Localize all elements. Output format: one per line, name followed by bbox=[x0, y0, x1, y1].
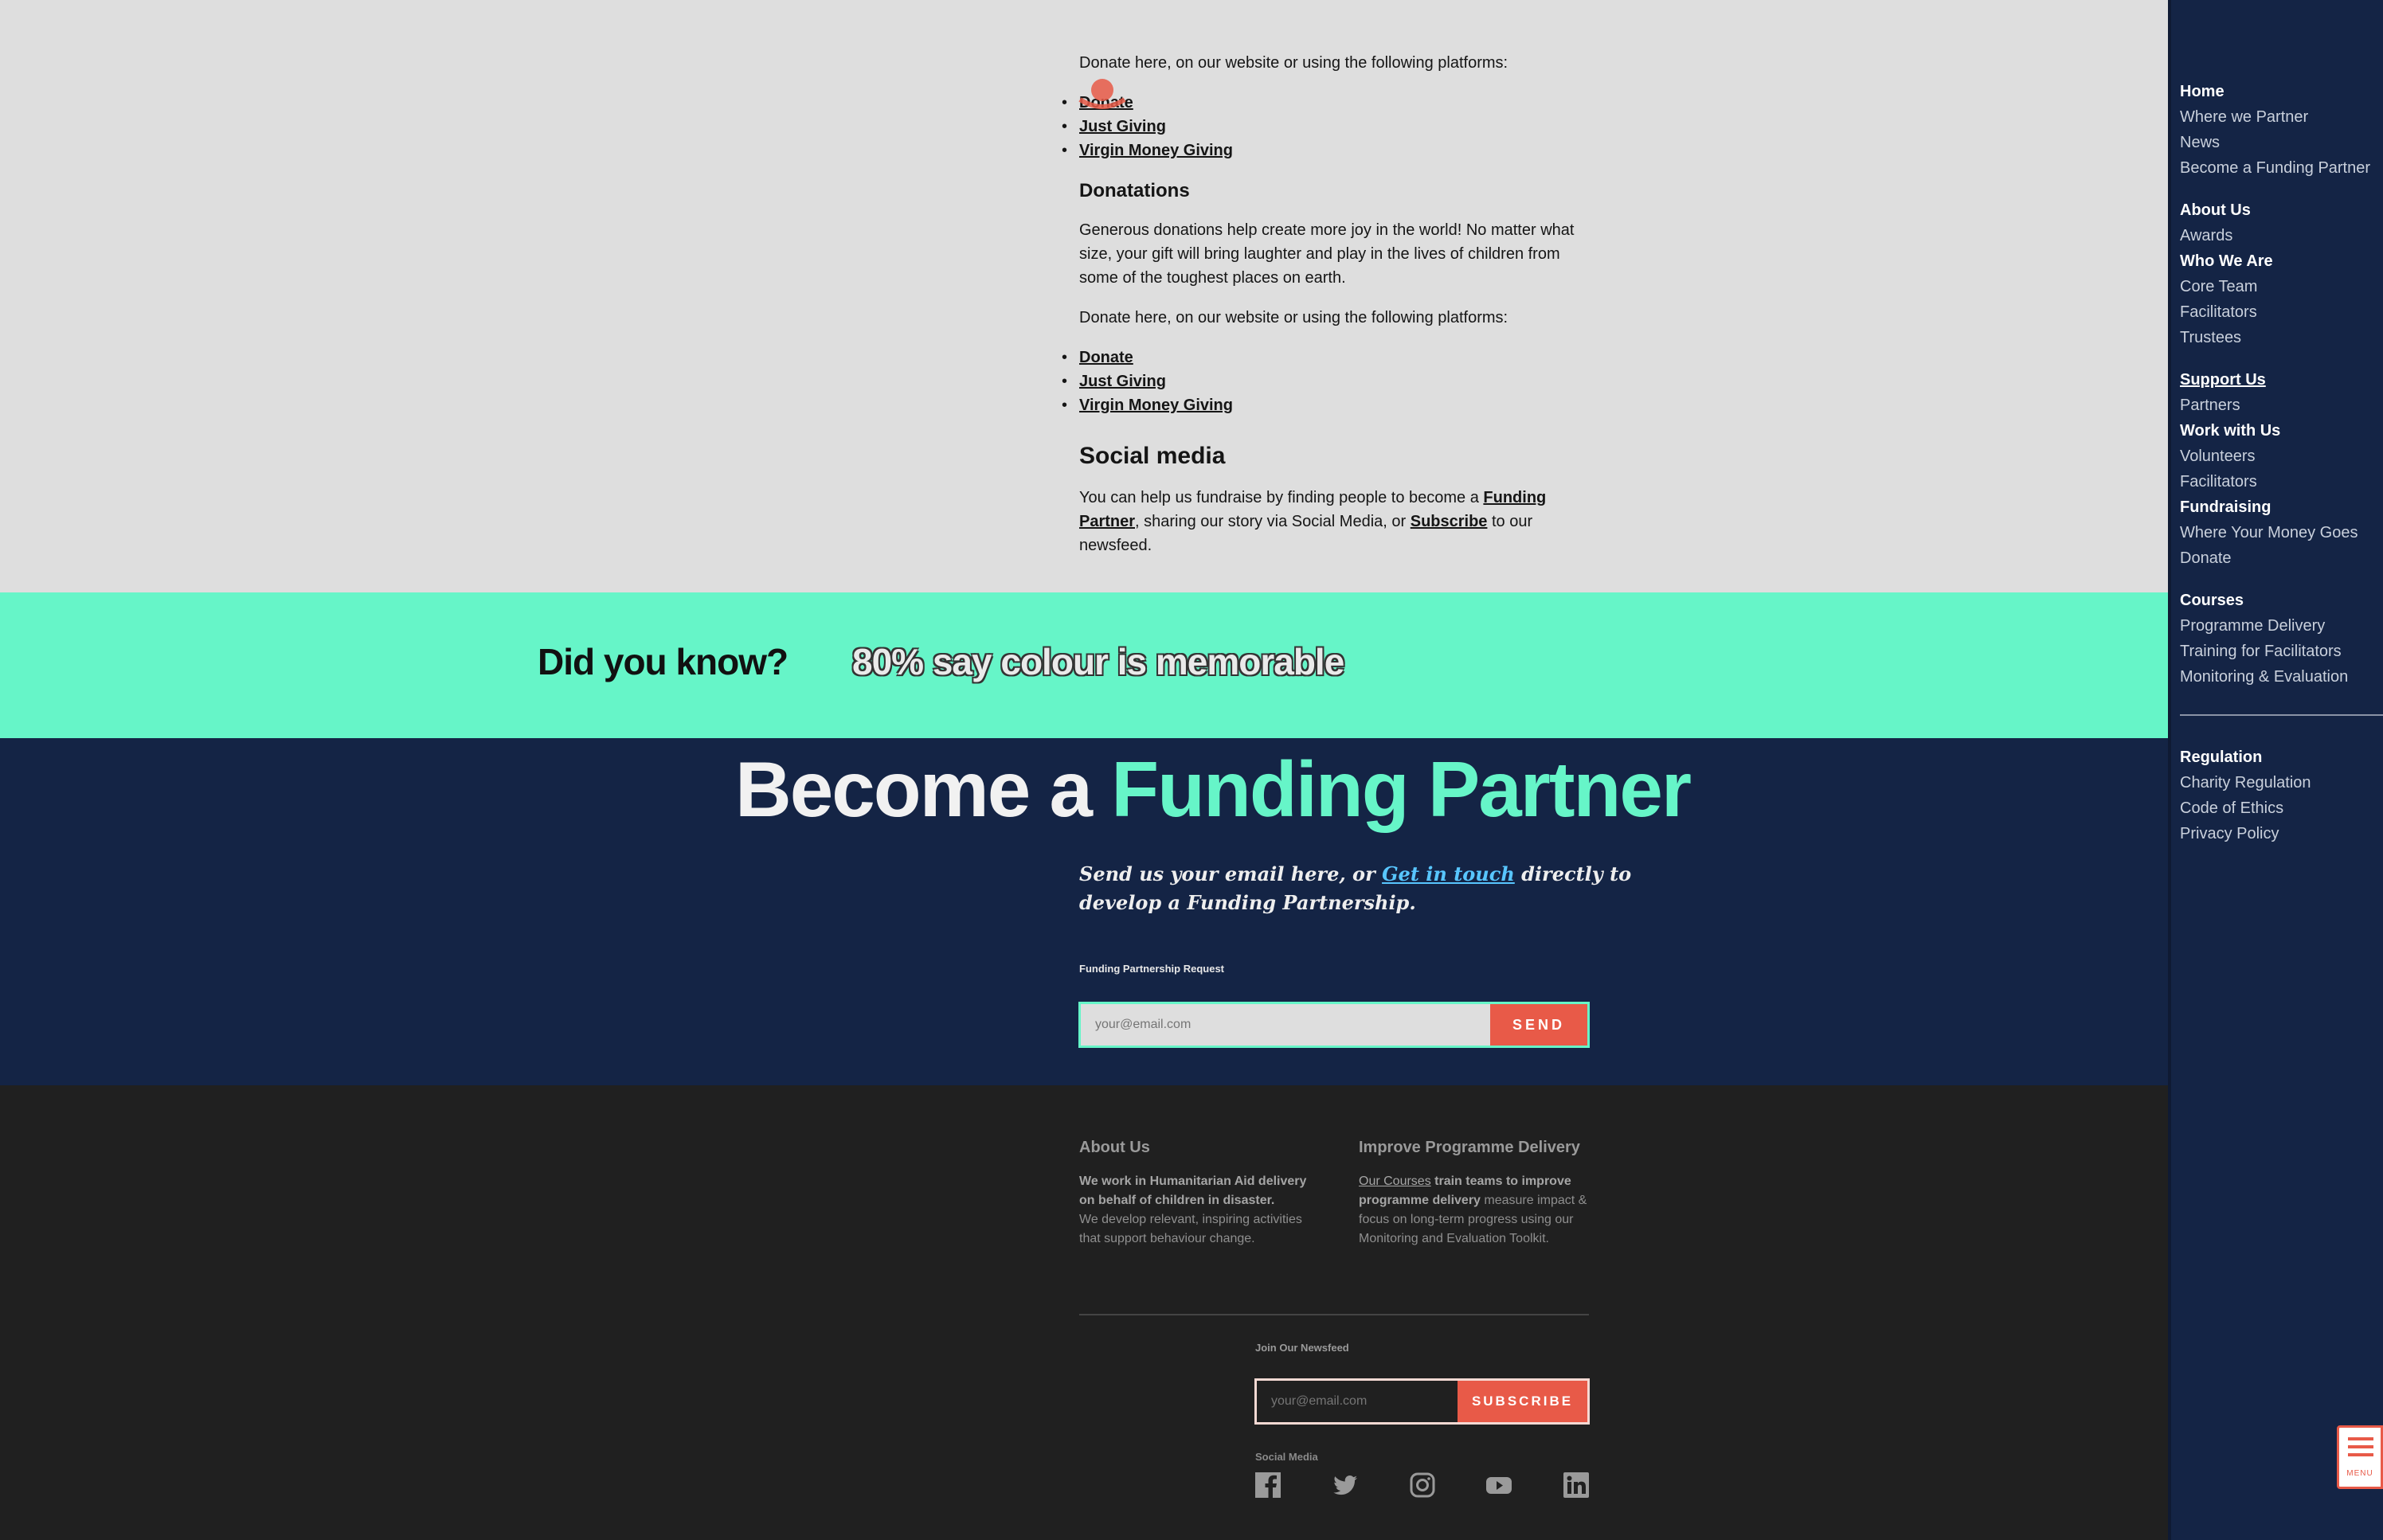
partnership-form: SEND bbox=[1078, 1002, 1590, 1048]
newsfeed-form: SUBSCRIBE bbox=[1254, 1378, 1590, 1425]
sidebar-item-trustees[interactable]: Trustees bbox=[2180, 329, 2241, 347]
menu-bar-icon bbox=[2348, 1453, 2373, 1456]
banner-question: Did you know? bbox=[538, 641, 788, 682]
partner-title-prefix: Become a bbox=[735, 745, 1112, 833]
newsfeed-email-input[interactable] bbox=[1259, 1383, 1452, 1420]
sidebar-item-donate[interactable]: Donate bbox=[2180, 549, 2232, 568]
funding-partner-section: Become a Funding Partner Send us your em… bbox=[0, 738, 2168, 1085]
sidebar-item-regulation[interactable]: Regulation bbox=[2180, 749, 2262, 767]
just-giving-link[interactable]: Just Giving bbox=[1079, 373, 1166, 390]
partner-title: Become a Funding Partner bbox=[735, 745, 1692, 834]
youtube-icon[interactable] bbox=[1485, 1472, 1512, 1499]
sidebar-nav: Home Where we Partner News Become a Funding… bbox=[2168, 0, 2383, 1540]
list-item: Donate bbox=[1062, 91, 1589, 115]
did-you-know-banner: Did you know? 80% say colour is memorabl… bbox=[0, 592, 2168, 738]
social-media-section: Social media You can help us fundraise b… bbox=[1079, 443, 1589, 557]
sidebar-item-work-with-us[interactable]: Work with Us bbox=[2180, 422, 2280, 440]
list-item: Donate bbox=[1062, 346, 1589, 369]
linkedin-icon[interactable] bbox=[1563, 1472, 1590, 1499]
sidebar-item-become-a-funding-partner[interactable]: Become a Funding Partner bbox=[2180, 159, 2370, 178]
footer-about-heading: About Us bbox=[1079, 1139, 1150, 1156]
partner-intro: Send us your email here, or Get in touch… bbox=[1079, 860, 1637, 917]
social-media-label: Social Media bbox=[1255, 1451, 1318, 1463]
sidebar-item-training-for-facilitators[interactable]: Training for Facilitators bbox=[2180, 643, 2342, 661]
footer-divider bbox=[1079, 1314, 1589, 1315]
platforms-text: Donate here, on our website or using the… bbox=[1079, 54, 1508, 72]
sidebar-item-home[interactable]: Home bbox=[2180, 83, 2225, 101]
cursor-highlight-icon bbox=[1078, 79, 1126, 109]
sidebar-item-charity-regulation[interactable]: Charity Regulation bbox=[2180, 774, 2311, 792]
sidebar-item-code-of-ethics[interactable]: Code of Ethics bbox=[2180, 799, 2283, 818]
donate-platforms-top: Donate here, on our website or using the… bbox=[1062, 51, 1589, 162]
instagram-icon[interactable] bbox=[1409, 1472, 1436, 1499]
intro-before: Send us your email here, or bbox=[1079, 862, 1383, 885]
sidebar-item-about-us[interactable]: About Us bbox=[2180, 201, 2251, 220]
sidebar-item-monitoring-evaluation[interactable]: Monitoring & Evaluation bbox=[2180, 668, 2348, 686]
about-text: We develop relevant, inspiring activitie… bbox=[1079, 1213, 1302, 1245]
menu-label: MENU bbox=[2346, 1469, 2373, 1478]
sidebar-item-facilitators[interactable]: Facilitators bbox=[2180, 303, 2257, 322]
social-text-middle: , sharing our story via Social Media, or bbox=[1135, 513, 1411, 530]
partner-title-accent: Funding Partner bbox=[1111, 745, 1692, 833]
donate-link[interactable]: Donate bbox=[1079, 349, 1133, 366]
sidebar-item-facilitators[interactable]: Facilitators bbox=[2180, 473, 2257, 491]
menu-bar-icon bbox=[2348, 1445, 2373, 1448]
sidebar-item-courses[interactable]: Courses bbox=[2180, 592, 2244, 610]
list-item: Just Giving bbox=[1062, 369, 1589, 393]
footer: About Us We work in Humanitarian Aid del… bbox=[0, 1085, 2168, 1540]
social-icons bbox=[1254, 1469, 1590, 1501]
social-text-before: You can help us fundraise by finding peo… bbox=[1079, 489, 1484, 506]
footer-about-text: We work in Humanitarian Aid delivery on … bbox=[1079, 1172, 1310, 1249]
sidebar-item-awards[interactable]: Awards bbox=[2180, 227, 2232, 245]
sidebar-item-where-your-money-goes[interactable]: Where Your Money Goes bbox=[2180, 524, 2358, 542]
menu-button[interactable]: MENU bbox=[2337, 1425, 2383, 1489]
content-area: Donate here, on our website or using the… bbox=[0, 0, 2168, 592]
sidebar-item-support-us[interactable]: Support Us bbox=[2180, 371, 2266, 389]
sidebar-item-fundraising[interactable]: Fundraising bbox=[2180, 498, 2271, 517]
donations-section: Donatations Generous donations help crea… bbox=[1062, 180, 1589, 417]
partner-email-input[interactable] bbox=[1081, 1004, 1490, 1046]
platform-links: Donate Just Giving Virgin Money Giving bbox=[1062, 346, 1589, 417]
sidebar-item-who-we-are[interactable]: Who We Are bbox=[2180, 252, 2273, 271]
sidebar-item-partners[interactable]: Partners bbox=[2180, 397, 2240, 415]
about-bold-text: We work in Humanitarian Aid delivery on … bbox=[1079, 1175, 1307, 1207]
list-item: Virgin Money Giving bbox=[1062, 139, 1589, 162]
main-content: Donate here, on our website or using the… bbox=[0, 0, 2168, 1540]
menu-bar-icon bbox=[2348, 1437, 2373, 1440]
our-courses-link[interactable]: Our Courses bbox=[1359, 1175, 1431, 1188]
just-giving-link[interactable]: Just Giving bbox=[1079, 118, 1166, 135]
subscribe-link[interactable]: Subscribe bbox=[1411, 513, 1488, 530]
sidebar-divider bbox=[2180, 714, 2383, 716]
donations-paragraph: Generous donations help create more joy … bbox=[1079, 221, 1575, 287]
sidebar-item-volunteers[interactable]: Volunteers bbox=[2180, 448, 2256, 466]
sidebar-item-programme-delivery[interactable]: Programme Delivery bbox=[2180, 617, 2325, 635]
get-in-touch-link[interactable]: Get in touch bbox=[1382, 862, 1515, 885]
list-item: Virgin Money Giving bbox=[1062, 393, 1589, 417]
facebook-icon[interactable] bbox=[1254, 1472, 1281, 1499]
twitter-icon[interactable] bbox=[1332, 1472, 1359, 1499]
sidebar-item-news[interactable]: News bbox=[2180, 134, 2220, 152]
social-media-paragraph: You can help us fundraise by finding peo… bbox=[1079, 486, 1589, 557]
platforms-text: Donate here, on our website or using the… bbox=[1079, 309, 1508, 326]
sidebar-item-core-team[interactable]: Core Team bbox=[2180, 278, 2257, 296]
donations-heading: Donatations bbox=[1079, 180, 1190, 201]
subscribe-button[interactable]: SUBSCRIBE bbox=[1458, 1381, 1587, 1422]
footer-programme-heading: Improve Programme Delivery bbox=[1359, 1139, 1580, 1156]
sidebar-item-where-we-partner[interactable]: Where we Partner bbox=[2180, 108, 2308, 127]
platform-links-top: Donate Just Giving Virgin Money Giving bbox=[1062, 91, 1589, 162]
sidebar-item-privacy-policy[interactable]: Privacy Policy bbox=[2180, 825, 2279, 843]
partnership-form-label: Funding Partnership Request bbox=[1079, 963, 1225, 975]
virgin-money-giving-link[interactable]: Virgin Money Giving bbox=[1079, 397, 1233, 414]
social-media-heading: Social media bbox=[1079, 443, 1226, 469]
banner-answer: 80% say colour is memorable bbox=[852, 641, 1344, 682]
send-button[interactable]: SEND bbox=[1490, 1004, 1587, 1046]
list-item: Just Giving bbox=[1062, 115, 1589, 139]
footer-programme-text: Our Courses train teams to improve progr… bbox=[1359, 1172, 1590, 1249]
newsfeed-label: Join Our Newsfeed bbox=[1255, 1342, 1349, 1354]
virgin-money-giving-link[interactable]: Virgin Money Giving bbox=[1079, 142, 1233, 159]
